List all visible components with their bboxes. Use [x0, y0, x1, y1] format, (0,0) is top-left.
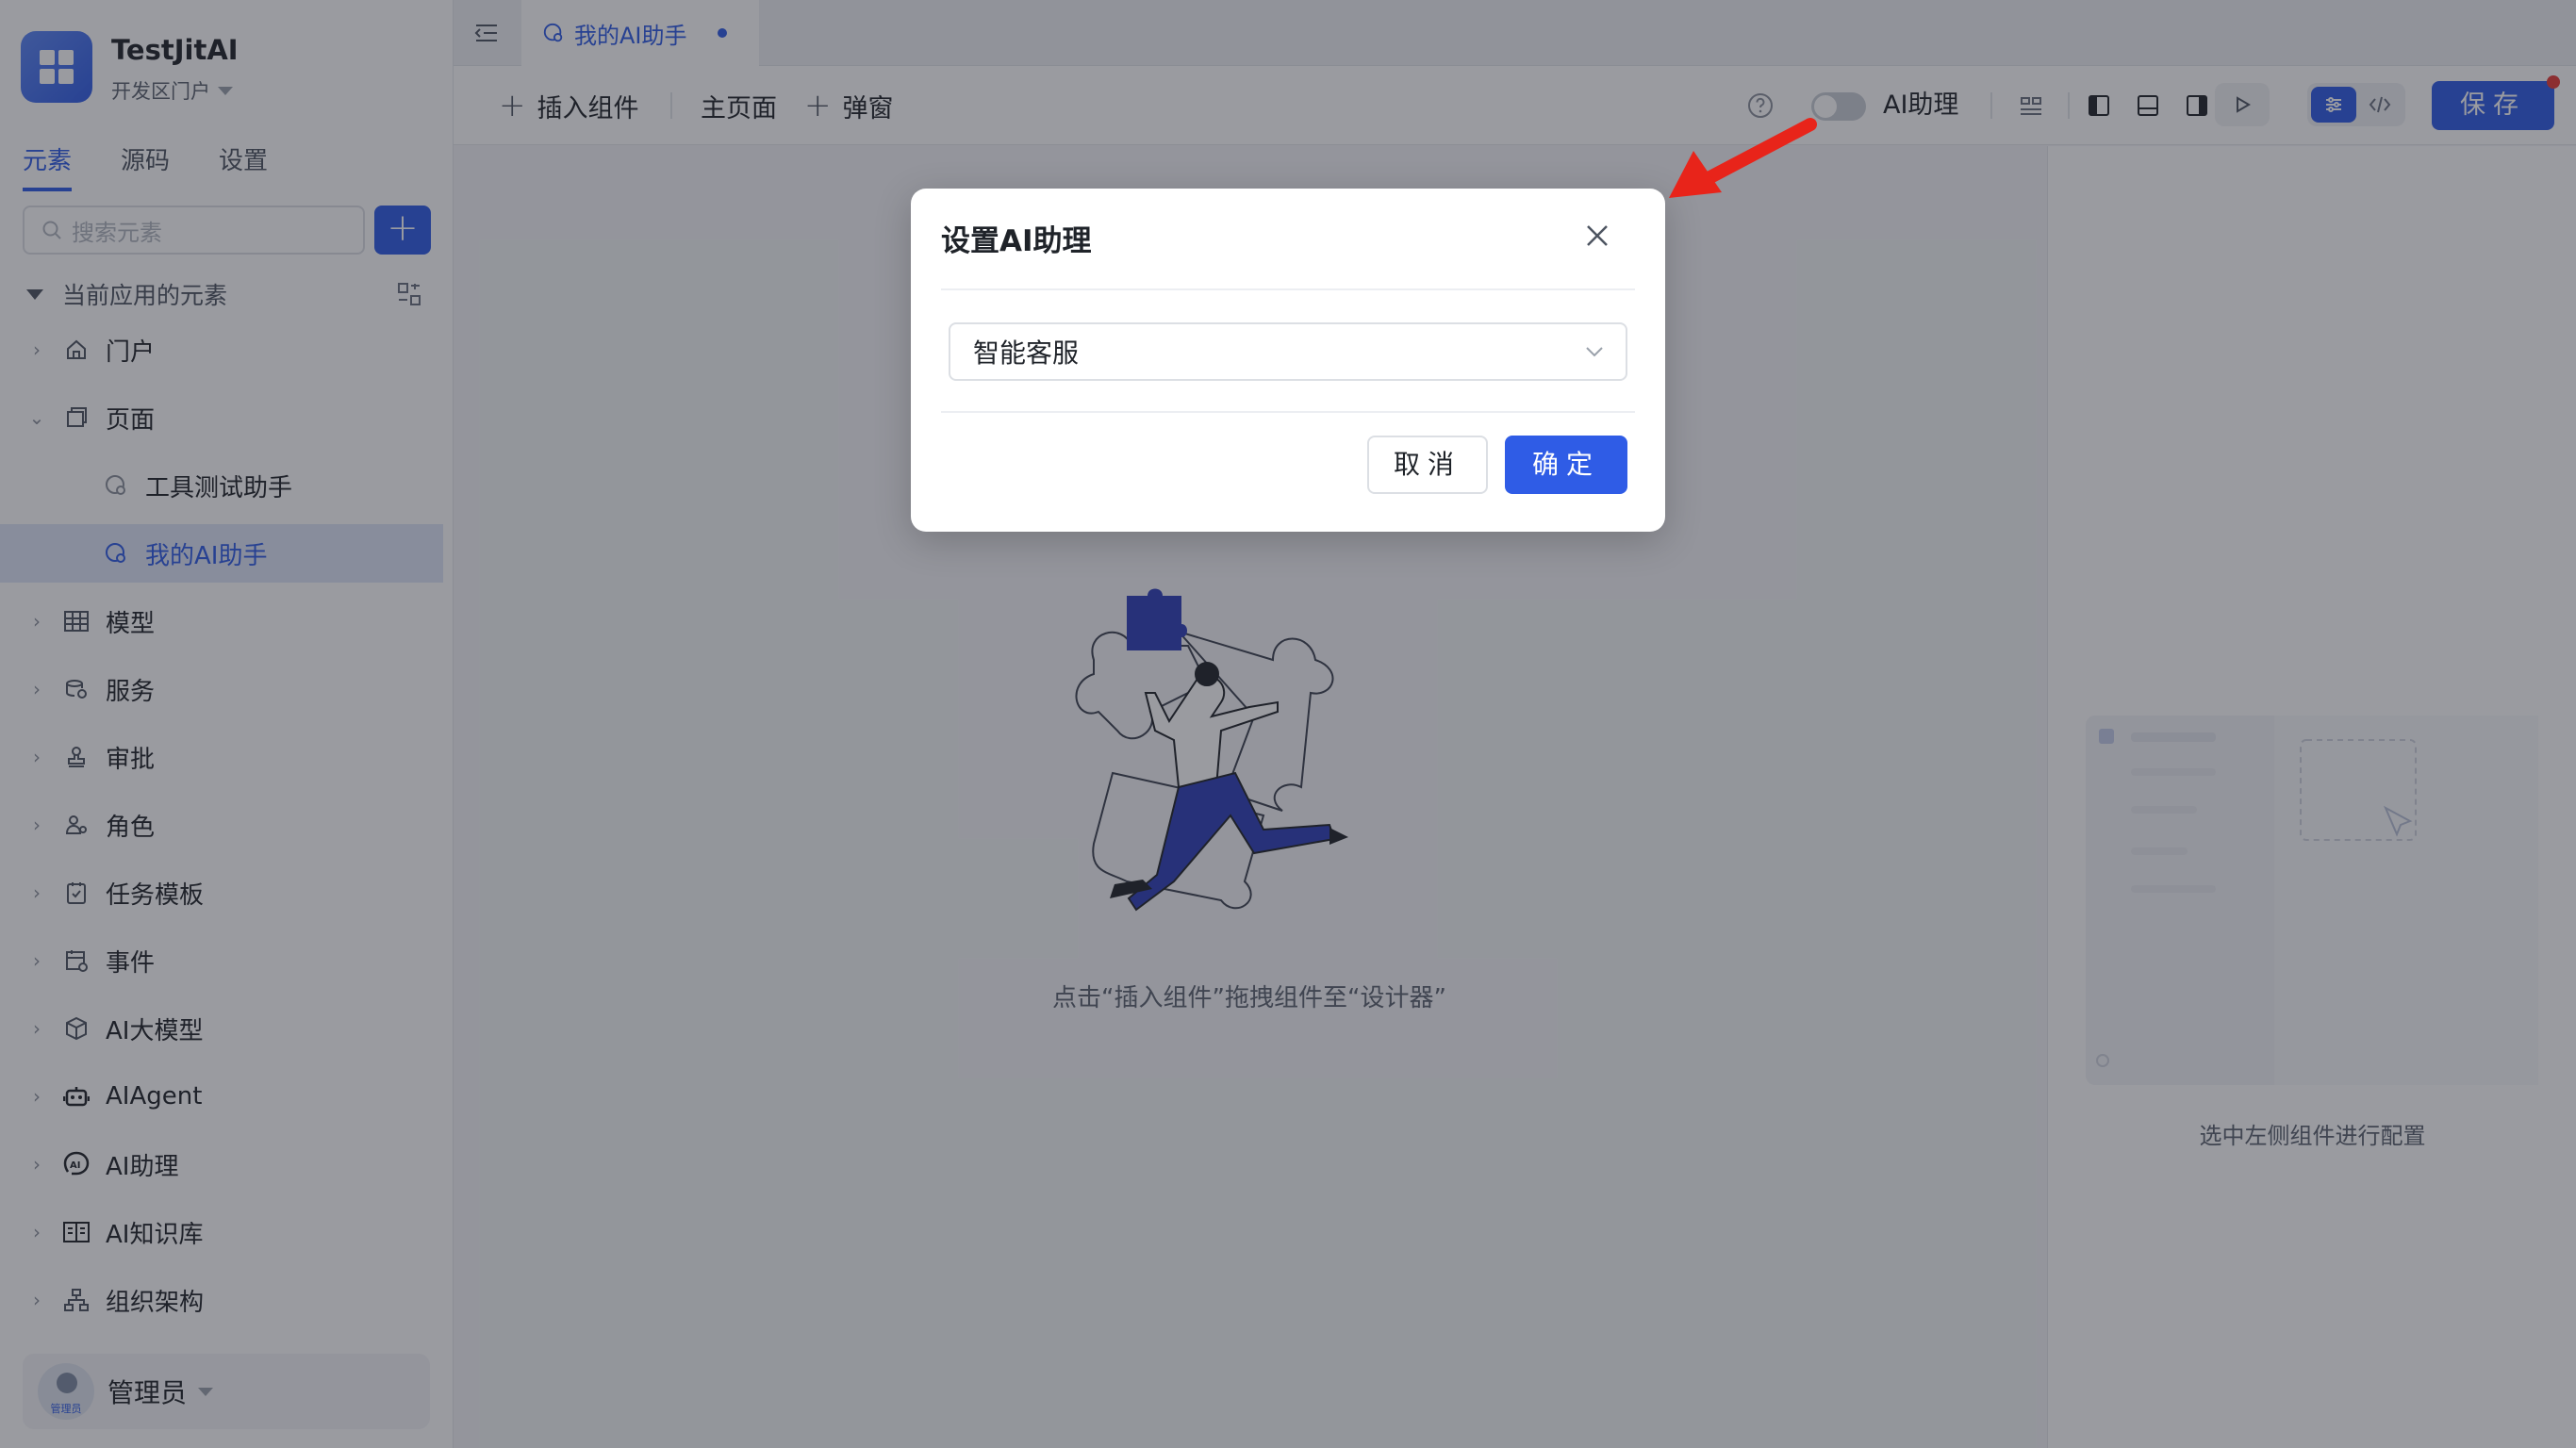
dialog-title: 设置AI助理 [941, 224, 1092, 258]
ai-assistant-select[interactable]: 智能客服 [949, 322, 1627, 381]
divider [941, 411, 1635, 413]
cancel-button[interactable]: 取消 [1367, 436, 1488, 494]
select-value: 智能客服 [973, 337, 1080, 369]
chevron-down-icon [1586, 347, 1603, 357]
confirm-button[interactable]: 确定 [1505, 436, 1627, 494]
close-icon [1587, 225, 1608, 246]
close-button[interactable] [1578, 217, 1616, 255]
divider [941, 288, 1635, 290]
red-arrow-annotation [1669, 118, 1817, 198]
set-ai-assistant-dialog: 设置AI助理 智能客服 取消 确定 [911, 189, 1665, 532]
